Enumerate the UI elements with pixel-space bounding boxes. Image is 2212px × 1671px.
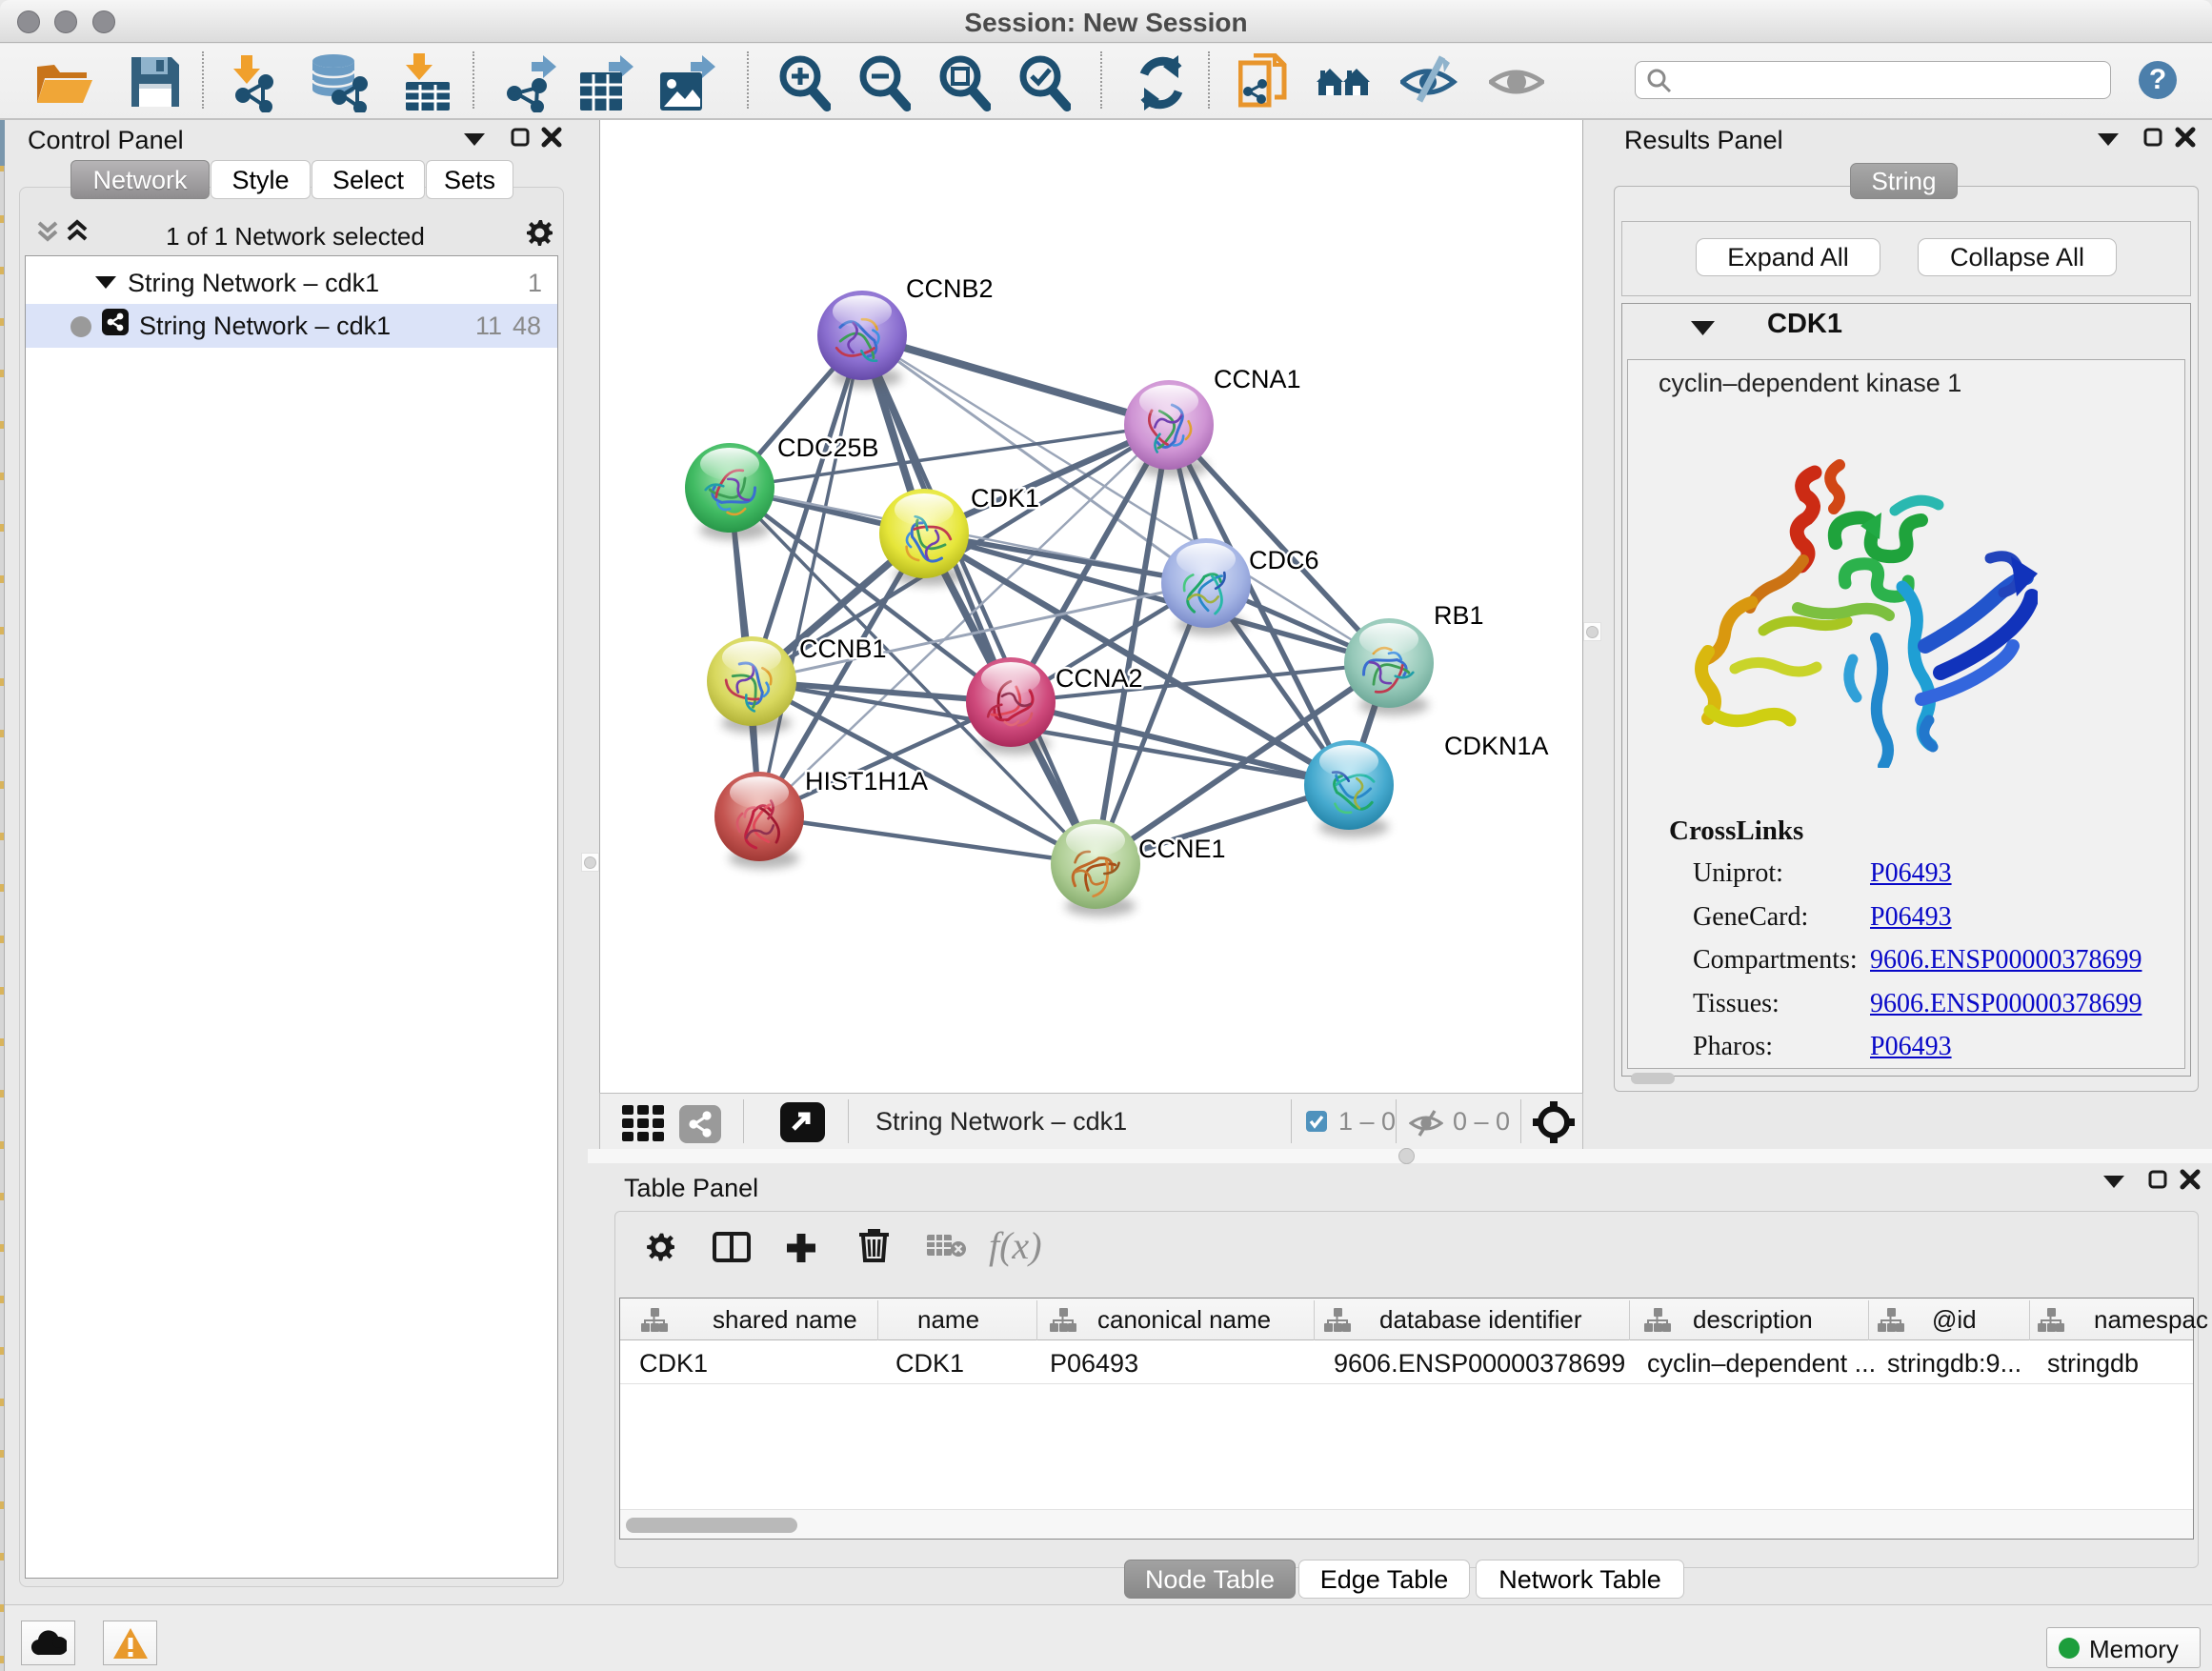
svg-text:CDKN1A: CDKN1A (1444, 732, 1549, 760)
svg-text:RB1: RB1 (1434, 601, 1484, 630)
svg-text:CDC6: CDC6 (1249, 546, 1319, 574)
svg-text:CCNB1: CCNB1 (799, 634, 887, 663)
svg-text:CCNA2: CCNA2 (1056, 664, 1143, 693)
svg-text:CCNA1: CCNA1 (1214, 365, 1301, 393)
svg-text:CCNB2: CCNB2 (906, 274, 994, 303)
svg-text:CCNE1: CCNE1 (1138, 835, 1226, 863)
svg-text:HIST1H1A: HIST1H1A (805, 767, 928, 795)
svg-text:CDK1: CDK1 (971, 484, 1039, 513)
svg-text:CDC25B: CDC25B (777, 433, 879, 462)
